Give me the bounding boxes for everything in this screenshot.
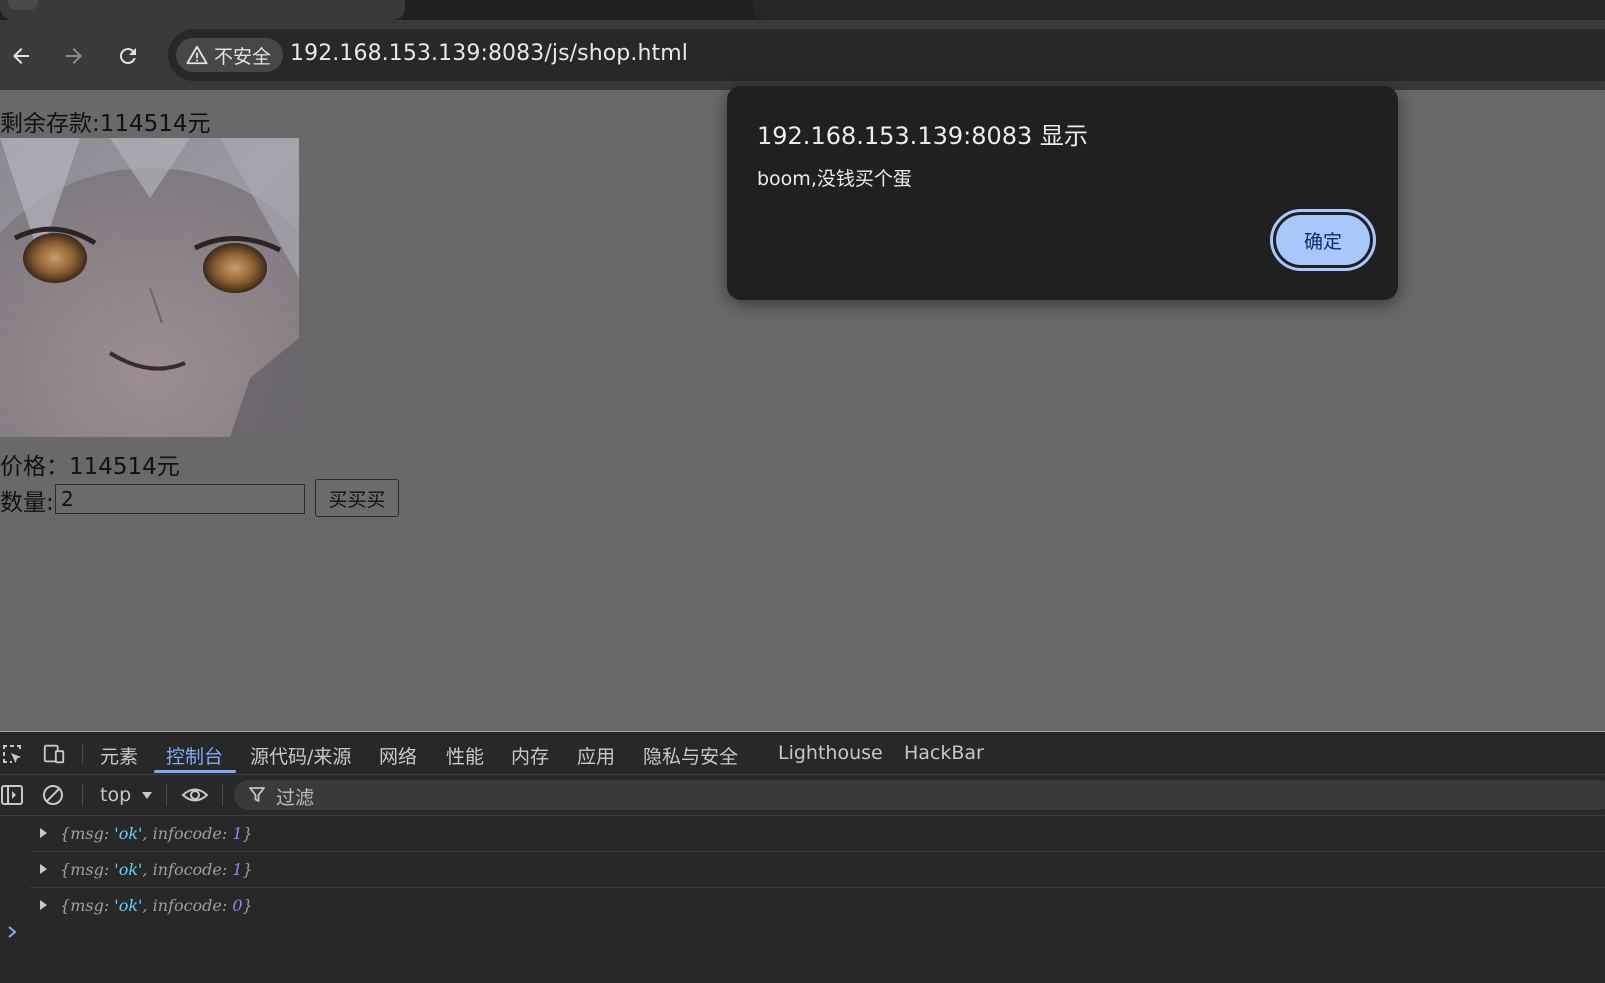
devtools-tab-bar: 元素 控制台 源代码/来源 网络 性能 内存 应用 隐私与安全 Lighthou… [0, 732, 1605, 775]
address-bar[interactable]: 不安全 192.168.153.139:8083/js/shop.html [168, 29, 1605, 81]
log-msg-value: 'ok' [114, 896, 143, 915]
console-prompt-chevron-icon[interactable] [6, 924, 20, 940]
tab-privacy-security[interactable]: 隐私与安全 [643, 742, 738, 769]
caret-down-icon [142, 792, 153, 799]
context-label: top [100, 784, 132, 806]
tab-lighthouse[interactable]: Lighthouse [778, 742, 883, 764]
quantity-label: 数量: [0, 490, 54, 516]
tab-console[interactable]: 控制台 [166, 742, 223, 769]
toolbar-divider [82, 784, 83, 806]
toolbar-divider [166, 784, 167, 806]
log-object: {msg: 'ok', infocode: 0} [60, 896, 253, 915]
alert-dialog: 192.168.153.139:8083 显示 boom,没钱买个蛋 确定 [727, 86, 1398, 300]
reload-icon [119, 48, 136, 65]
toolbar-divider [82, 743, 83, 765]
tab-application[interactable]: 应用 [577, 742, 615, 769]
inspect-element-icon[interactable] [0, 742, 24, 766]
alert-title: 192.168.153.139:8083 显示 [757, 122, 1088, 150]
arrow-right-icon [66, 48, 82, 64]
console-toolbar: top 过滤 [0, 775, 1605, 816]
filter-icon [249, 787, 265, 802]
console-log-list: {msg: 'ok', infocode: 1} {msg: 'ok', inf… [0, 816, 1605, 923]
toolbar-divider [222, 784, 223, 806]
tab-favicon [8, 0, 38, 10]
log-object: {msg: 'ok', infocode: 1} [60, 824, 253, 843]
live-expression-eye-icon[interactable] [181, 783, 209, 807]
console-log-entry[interactable]: {msg: 'ok', infocode: 1} [30, 816, 1605, 852]
expand-triangle-icon[interactable] [40, 900, 47, 910]
filter-placeholder: 过滤 [276, 787, 315, 809]
browser-tab[interactable] [0, 0, 405, 20]
log-infocode-value: 1 [232, 824, 243, 843]
console-log-entry[interactable]: {msg: 'ok', infocode: 1} [30, 852, 1605, 888]
sidebar-toggle-icon[interactable] [0, 783, 24, 807]
url-text[interactable]: 192.168.153.139:8083/js/shop.html [290, 41, 688, 66]
tab-strip [0, 0, 1605, 20]
devtools-panel: 元素 控制台 源代码/来源 网络 性能 内存 应用 隐私与安全 Lighthou… [0, 731, 1605, 983]
console-filter-input[interactable]: 过滤 [234, 780, 1605, 810]
back-button[interactable] [5, 40, 37, 72]
balance-text: 剩余存款:114514元 [0, 111, 211, 137]
tab-performance[interactable]: 性能 [446, 742, 484, 769]
security-label: 不安全 [214, 45, 272, 68]
expand-triangle-icon[interactable] [40, 864, 47, 874]
tab-hackbar[interactable]: HackBar [904, 742, 984, 764]
tab-elements[interactable]: 元素 [100, 742, 138, 769]
security-chip[interactable]: 不安全 [176, 38, 284, 72]
tab-memory[interactable]: 内存 [511, 742, 549, 769]
expand-triangle-icon[interactable] [40, 828, 47, 838]
clear-console-icon[interactable] [41, 783, 65, 807]
console-log-entry[interactable]: {msg: 'ok', infocode: 0} [30, 888, 1605, 923]
alert-message: boom,没钱买个蛋 [757, 168, 912, 190]
arrow-left-icon [13, 48, 29, 64]
buy-button[interactable]: 买买买 [315, 479, 399, 517]
price-text: 价格：114514元 [0, 454, 180, 480]
log-msg-value: 'ok' [114, 860, 143, 879]
browser-toolbar: 不安全 192.168.153.139:8083/js/shop.html [0, 20, 1605, 90]
warning-icon [186, 45, 208, 65]
product-image [0, 138, 299, 437]
context-selector[interactable]: top [100, 784, 153, 806]
log-infocode-value: 0 [232, 896, 243, 915]
forward-button[interactable] [58, 40, 90, 72]
alert-ok-button[interactable]: 确定 [1270, 209, 1376, 271]
log-msg-value: 'ok' [114, 824, 143, 843]
tab-network[interactable]: 网络 [379, 742, 417, 769]
browser-tab[interactable] [753, 0, 1605, 20]
active-tab-indicator [154, 770, 236, 773]
log-object: {msg: 'ok', infocode: 1} [60, 860, 253, 879]
log-infocode-value: 1 [232, 860, 243, 879]
quantity-input[interactable] [55, 484, 305, 514]
device-toolbar-icon[interactable] [42, 742, 66, 766]
tab-sources[interactable]: 源代码/来源 [250, 742, 351, 769]
reload-button[interactable] [112, 40, 144, 72]
